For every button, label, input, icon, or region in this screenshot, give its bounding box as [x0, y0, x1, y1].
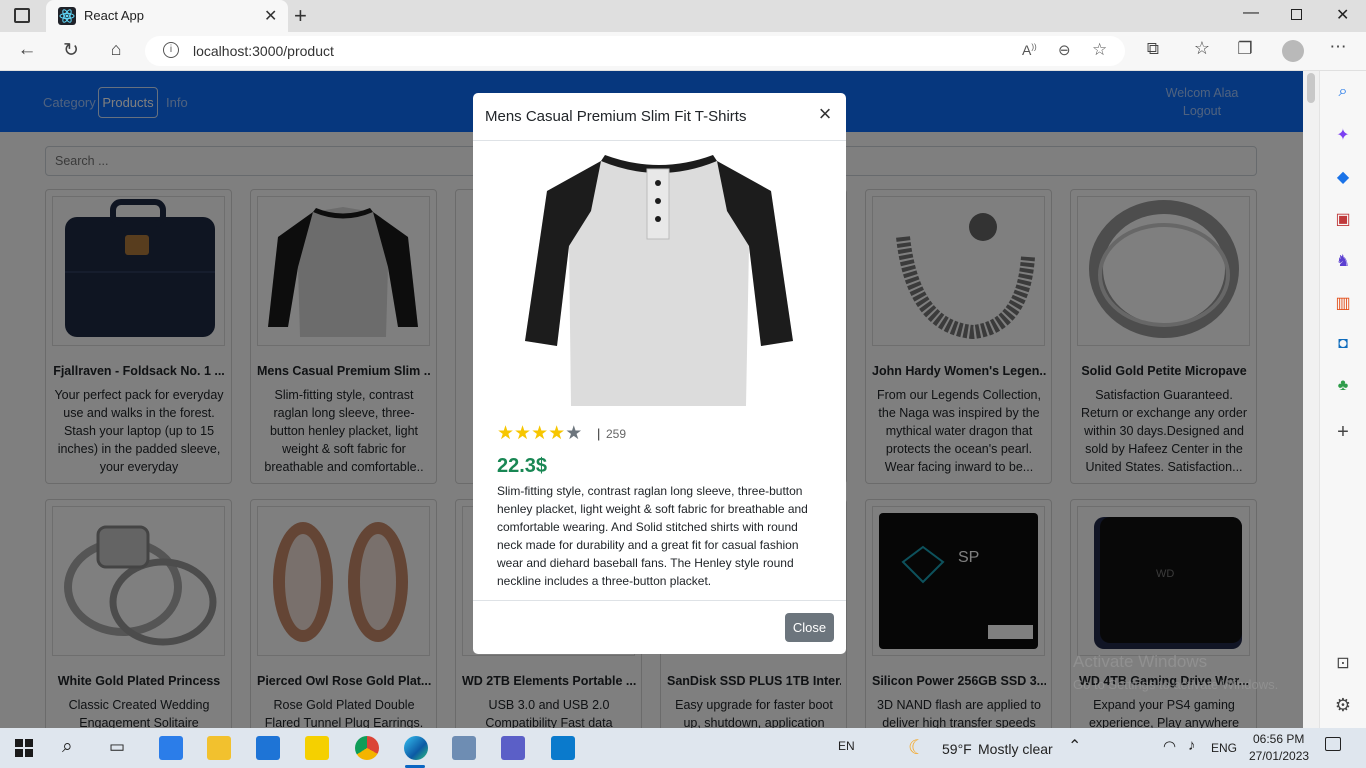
- outlook-icon[interactable]: ◘: [1330, 335, 1356, 353]
- star-filled-icon: ★: [531, 423, 549, 444]
- info-icon[interactable]: i: [163, 42, 179, 58]
- settings-icon[interactable]: ⚙: [1330, 695, 1356, 716]
- pc-icon[interactable]: [452, 736, 476, 760]
- more-menu-icon[interactable]: ⋯: [1325, 37, 1351, 57]
- edge-icon[interactable]: [404, 736, 428, 760]
- clock-time[interactable]: 06:56 PM: [1253, 732, 1304, 746]
- activate-windows-subtitle: Go to Settings to activate Windows.: [1073, 677, 1279, 692]
- product-full-description: Slim-fitting style, contrast raglan long…: [497, 484, 808, 588]
- modal-close-icon[interactable]: ×: [814, 103, 836, 126]
- windows-taskbar: ⌕ ▭ EN ☾ 59°F Mostly clear ⌃ ◠ ♪ ENG 06:…: [0, 728, 1366, 768]
- url-text: localhost:3000/product: [193, 43, 334, 59]
- modal-title: Mens Casual Premium Slim Fit T-Shirts: [485, 108, 747, 125]
- edge-sidebar: ⌕ ✦ ◆ ▣ ♞ ▥ ◘ ♣ + ⊡ ⚙: [1319, 71, 1366, 728]
- back-icon[interactable]: ←: [14, 39, 40, 61]
- react-favicon-icon: [58, 7, 76, 25]
- product-price: 22.3$: [497, 455, 548, 477]
- search-icon[interactable]: ⌕: [1330, 83, 1356, 101]
- notifications-icon[interactable]: [1325, 737, 1341, 751]
- favorite-add-icon[interactable]: ☆: [1092, 40, 1107, 60]
- read-aloud-icon[interactable]: A)): [1022, 42, 1037, 58]
- scrollbar-thumb[interactable]: [1307, 73, 1315, 103]
- windows-start-icon[interactable]: [15, 739, 33, 757]
- discover-icon[interactable]: ✦: [1330, 125, 1356, 145]
- zoom-icon[interactable]: ⊖: [1058, 41, 1071, 59]
- sticky-notes-icon[interactable]: [305, 736, 329, 760]
- browser-tab[interactable]: React App ✕: [46, 0, 288, 32]
- shopping-tag-icon[interactable]: ◆: [1330, 167, 1356, 187]
- rating-count: 259: [606, 427, 627, 441]
- star-filled-icon: ★: [548, 423, 566, 444]
- close-button[interactable]: Close: [785, 613, 834, 642]
- address-bar[interactable]: i localhost:3000/product A)) ⊖ ☆: [145, 36, 1125, 66]
- modal-product-image: [525, 155, 793, 406]
- collections-icon[interactable]: ❐: [1232, 39, 1258, 59]
- tab-actions-icon[interactable]: [14, 8, 30, 23]
- mail-icon[interactable]: [256, 736, 280, 760]
- taskbar-search-icon[interactable]: ⌕: [62, 736, 73, 758]
- weather-icon[interactable]: ☾: [908, 735, 926, 760]
- star-filled-icon: ★: [497, 423, 515, 444]
- product-modal: Mens Casual Premium Slim Fit T-Shirts × …: [473, 93, 846, 654]
- split-screen-icon[interactable]: ⊡: [1330, 653, 1356, 673]
- language-indicator[interactable]: EN: [838, 739, 855, 753]
- teams-icon[interactable]: [501, 736, 525, 760]
- page-scrollbar[interactable]: [1303, 71, 1319, 728]
- rating-separator: |: [597, 426, 601, 441]
- temperature[interactable]: 59°F: [942, 741, 972, 757]
- task-view-icon[interactable]: ▭: [109, 737, 125, 757]
- home-icon[interactable]: ⌂: [103, 39, 129, 60]
- file-explorer-icon[interactable]: [207, 736, 231, 760]
- restore-icon[interactable]: [1291, 9, 1302, 20]
- new-tab-icon[interactable]: +: [294, 3, 307, 29]
- network-icon[interactable]: ◠: [1163, 737, 1176, 755]
- keyboard-language[interactable]: ENG: [1211, 741, 1237, 755]
- browser-tab-bar: React App ✕ + — ✕: [0, 0, 1366, 32]
- close-window-icon[interactable]: ✕: [1336, 5, 1349, 25]
- favorites-icon[interactable]: ☆: [1189, 38, 1215, 59]
- close-tab-icon[interactable]: ✕: [264, 6, 277, 26]
- refresh-icon[interactable]: ↻: [58, 39, 84, 62]
- office-icon[interactable]: ▥: [1330, 293, 1356, 313]
- rating-stars: ★★★★★: [497, 422, 582, 445]
- volume-icon[interactable]: ♪: [1188, 737, 1196, 754]
- tools-icon[interactable]: ▣: [1330, 209, 1356, 229]
- weather-text[interactable]: Mostly clear: [978, 741, 1053, 757]
- vscode-icon[interactable]: [551, 736, 575, 760]
- games-icon[interactable]: ♞: [1330, 251, 1356, 271]
- chevron-up-icon[interactable]: ⌃: [1068, 736, 1081, 756]
- modal-header: Mens Casual Premium Slim Fit T-Shirts ×: [473, 93, 846, 141]
- activate-windows-title: Activate Windows: [1073, 652, 1208, 671]
- modal-footer: Close: [473, 600, 846, 654]
- add-icon[interactable]: +: [1330, 421, 1356, 444]
- tab-title: React App: [84, 8, 144, 23]
- profile-avatar[interactable]: [1282, 40, 1304, 62]
- extensions-icon[interactable]: ⧉: [1140, 39, 1166, 59]
- store-icon[interactable]: [159, 736, 183, 760]
- tree-icon[interactable]: ♣: [1330, 377, 1356, 395]
- clock-date[interactable]: 27/01/2023: [1249, 749, 1309, 763]
- page-viewport: Category Products Info Welcom Alaa Logou…: [0, 71, 1303, 728]
- browser-toolbar: ← ↻ ⌂ i localhost:3000/product A)) ⊖ ☆ ⧉…: [0, 32, 1366, 71]
- star-empty-icon: ★: [565, 423, 583, 444]
- star-filled-icon: ★: [514, 423, 532, 444]
- chrome-icon[interactable]: [355, 736, 379, 760]
- minimize-icon[interactable]: —: [1243, 4, 1259, 22]
